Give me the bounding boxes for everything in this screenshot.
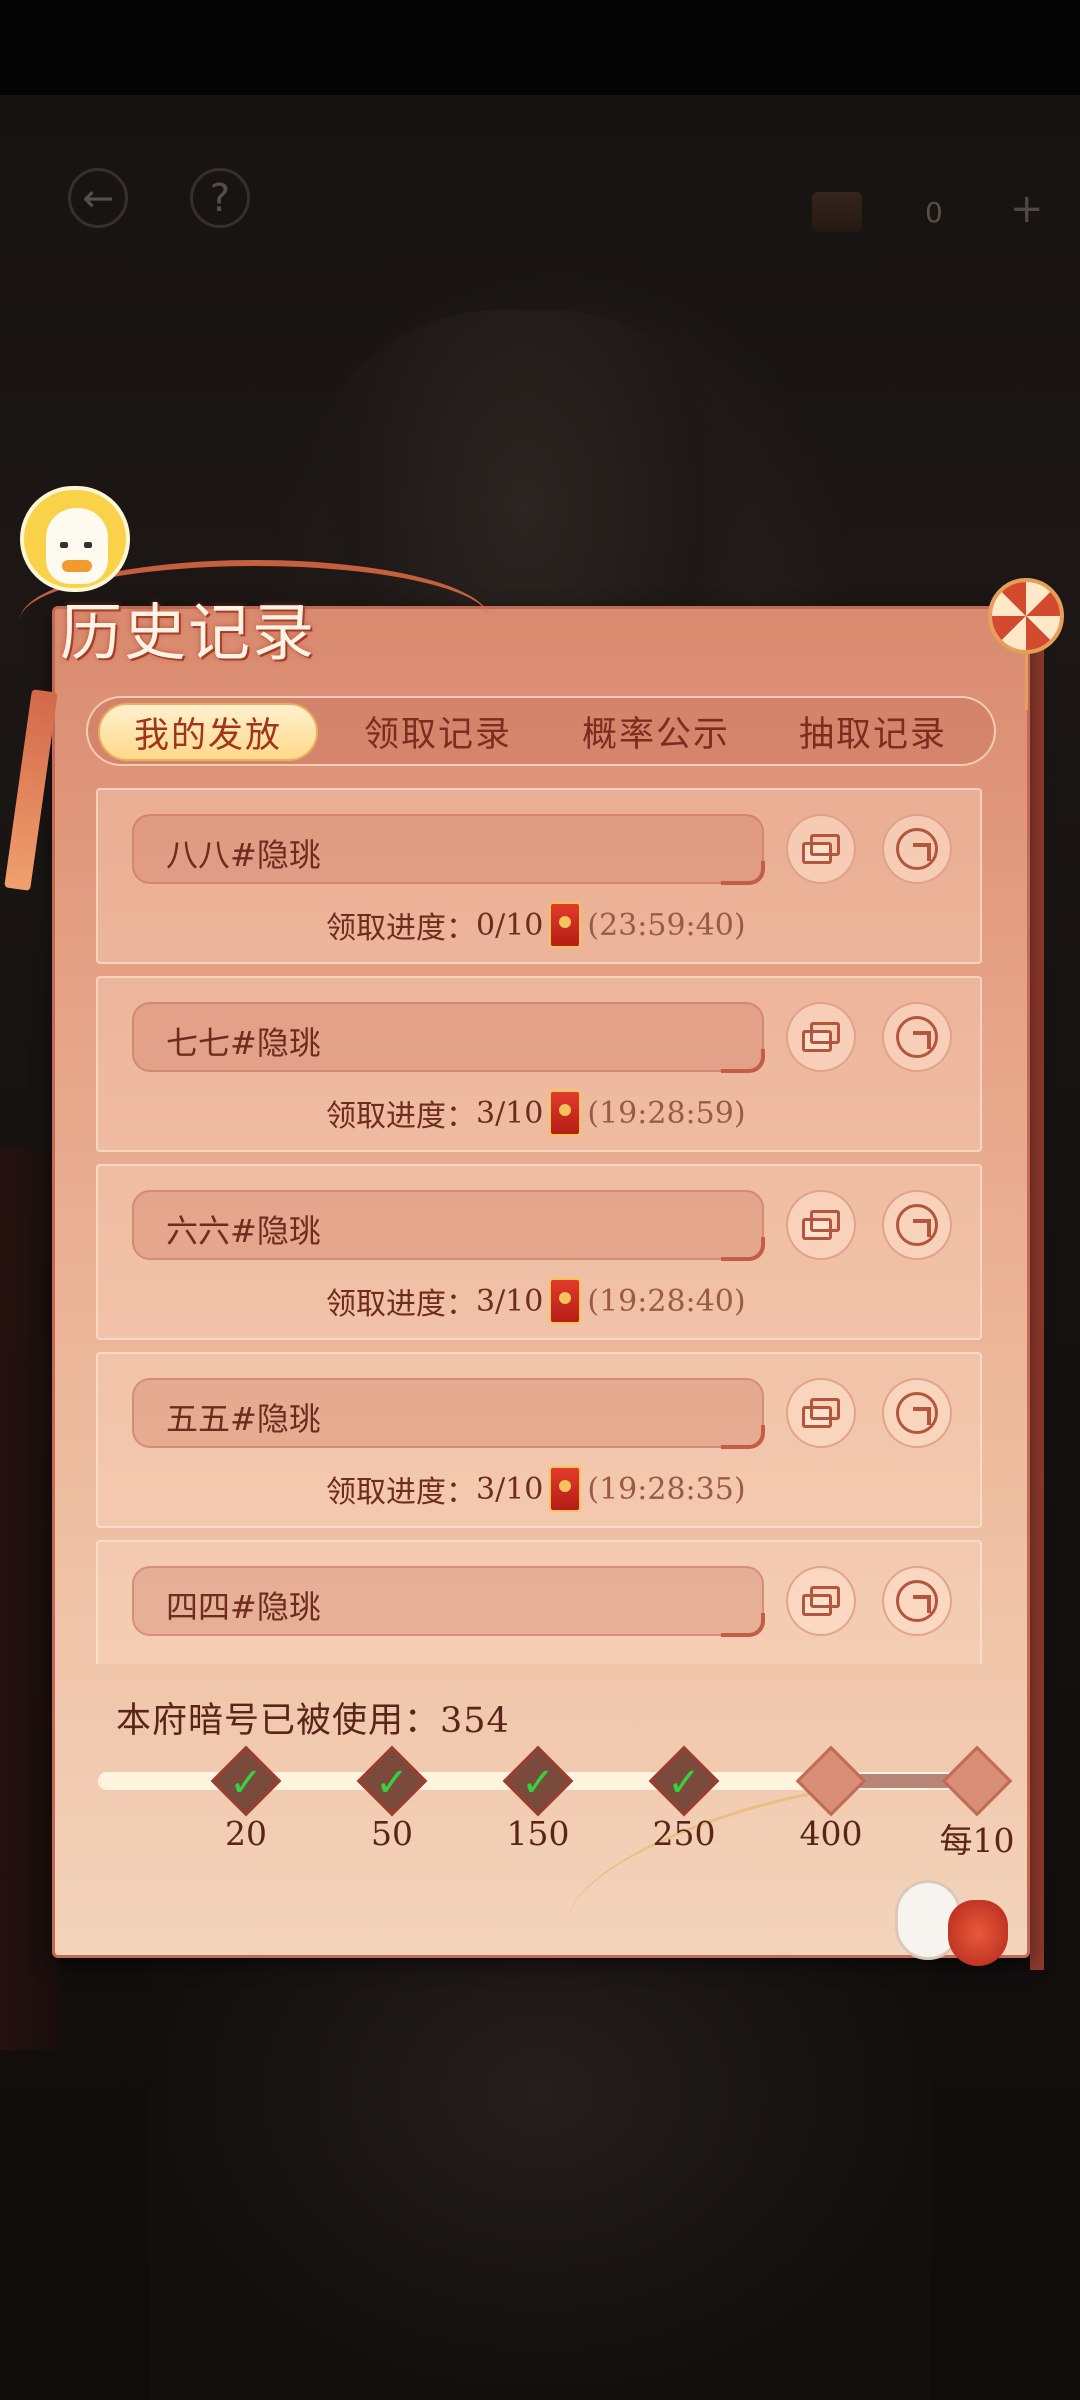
duck-eye bbox=[84, 542, 92, 548]
milestone-label: 150 bbox=[506, 1814, 570, 1853]
claim-progress: 领取进度： 0/10 (23:59:40) bbox=[326, 902, 746, 948]
progress-value: 3/10 bbox=[476, 1471, 544, 1507]
copy-button[interactable] bbox=[786, 1378, 856, 1448]
tab-draw-records[interactable]: 抽取记录 bbox=[773, 698, 973, 764]
duck-avatar[interactable] bbox=[20, 486, 130, 592]
record-card: 八八#隐珧 领取进度： 0/10 (23:59:40) bbox=[96, 788, 982, 964]
record-name-box: 八八#隐珧 bbox=[132, 814, 765, 885]
share-icon bbox=[896, 1016, 938, 1058]
record-card: 六六#隐珧 领取进度： 3/10 (19:28:40) bbox=[96, 1164, 982, 1340]
red-packet-icon bbox=[549, 1278, 582, 1324]
add-currency-button[interactable]: + bbox=[1010, 186, 1044, 232]
background-robe bbox=[150, 1960, 930, 2400]
duck-icon bbox=[46, 508, 108, 584]
share-button[interactable] bbox=[882, 1378, 952, 1448]
share-icon bbox=[896, 1580, 938, 1622]
tab-claim-records[interactable]: 领取记录 bbox=[338, 698, 538, 764]
progress-value: 3/10 bbox=[476, 1095, 544, 1131]
countdown-time: (19:28:35) bbox=[587, 1471, 746, 1507]
panel-edge bbox=[1030, 640, 1044, 1970]
progress-label: 领取进度： bbox=[326, 1287, 476, 1322]
copy-icon bbox=[802, 1022, 840, 1052]
copy-icon bbox=[802, 1398, 840, 1428]
tab-bar: 我的发放 领取记录 概率公示 抽取记录 bbox=[86, 696, 996, 766]
copy-button[interactable] bbox=[786, 1566, 856, 1636]
copy-icon bbox=[802, 834, 840, 864]
record-card: 四四#隐珧 bbox=[96, 1540, 982, 1664]
record-name-box: 四四#隐珧 bbox=[132, 1566, 765, 1637]
copy-button[interactable] bbox=[786, 1190, 856, 1260]
record-name: 五五#隐珧 bbox=[166, 1400, 321, 1438]
duck-beak bbox=[62, 560, 92, 572]
close-medallion-button[interactable] bbox=[988, 578, 1064, 654]
check-icon: ✓ bbox=[667, 1760, 701, 1806]
milestone-label: 50 bbox=[371, 1814, 413, 1853]
red-packet-icon bbox=[549, 1090, 582, 1136]
countdown-time: (19:28:59) bbox=[587, 1095, 746, 1131]
question-icon: ? bbox=[209, 176, 231, 220]
red-packet-icon bbox=[549, 1466, 582, 1512]
share-icon bbox=[896, 1392, 938, 1434]
usage-count: 354 bbox=[440, 1701, 510, 1741]
claim-progress: 领取进度： 3/10 (19:28:35) bbox=[326, 1466, 746, 1512]
progress-label: 领取进度： bbox=[326, 911, 476, 946]
progress-label: 领取进度： bbox=[326, 1475, 476, 1510]
copy-button[interactable] bbox=[786, 1002, 856, 1072]
duck-eye bbox=[60, 542, 68, 548]
record-name: 六六#隐珧 bbox=[166, 1212, 321, 1250]
milestone-label: 每10 bbox=[939, 1821, 1015, 1860]
help-button[interactable]: ? bbox=[190, 168, 250, 228]
countdown-time: (19:28:40) bbox=[587, 1283, 746, 1319]
status-bar-area bbox=[0, 0, 1080, 95]
tab-probability[interactable]: 概率公示 bbox=[556, 698, 756, 764]
milestone-label: 400 bbox=[799, 1814, 863, 1853]
copy-icon bbox=[802, 1210, 840, 1240]
progress-label: 领取进度： bbox=[326, 1099, 476, 1134]
background-pillar bbox=[0, 1150, 60, 2050]
currency-count: 0 bbox=[925, 196, 943, 229]
share-button[interactable] bbox=[882, 1566, 952, 1636]
share-icon bbox=[896, 828, 938, 870]
lucky-bag-icon[interactable] bbox=[948, 1900, 1008, 1966]
treasure-chest-icon bbox=[812, 192, 862, 232]
claim-progress: 领取进度： 3/10 (19:28:40) bbox=[326, 1278, 746, 1324]
copy-button[interactable] bbox=[786, 814, 856, 884]
usage-label: 本府暗号已被使用： bbox=[116, 1701, 441, 1741]
red-packet-icon bbox=[549, 902, 582, 948]
check-icon: ✓ bbox=[229, 1760, 263, 1806]
check-icon: ✓ bbox=[521, 1760, 555, 1806]
record-card: 七七#隐珧 领取进度： 3/10 (19:28:59) bbox=[96, 976, 982, 1152]
claim-progress: 领取进度： 3/10 (19:28:59) bbox=[326, 1090, 746, 1136]
share-button[interactable] bbox=[882, 814, 952, 884]
record-card: 五五#隐珧 领取进度： 3/10 (19:28:35) bbox=[96, 1352, 982, 1528]
medallion-string bbox=[1025, 650, 1028, 710]
check-icon: ✓ bbox=[375, 1760, 409, 1806]
countdown-time: (23:59:40) bbox=[587, 907, 746, 943]
copy-icon bbox=[802, 1586, 840, 1616]
share-icon bbox=[896, 1204, 938, 1246]
panel-title: 历史记录 bbox=[60, 596, 317, 669]
share-button[interactable] bbox=[882, 1002, 952, 1072]
record-name: 四四#隐珧 bbox=[166, 1588, 321, 1626]
record-name: 七七#隐珧 bbox=[166, 1024, 321, 1062]
milestone-label: 250 bbox=[652, 1814, 716, 1853]
milestone-label: 20 bbox=[225, 1814, 267, 1853]
record-name-box: 六六#隐珧 bbox=[132, 1190, 765, 1261]
progress-value: 3/10 bbox=[476, 1283, 544, 1319]
tab-my-distribution[interactable]: 我的发放 bbox=[98, 703, 318, 761]
record-name: 八八#隐珧 bbox=[166, 836, 321, 874]
record-name-box: 五五#隐珧 bbox=[132, 1378, 765, 1449]
back-button[interactable]: ← bbox=[68, 168, 128, 228]
share-button[interactable] bbox=[882, 1190, 952, 1260]
record-name-box: 七七#隐珧 bbox=[132, 1002, 765, 1073]
progress-value: 0/10 bbox=[476, 907, 544, 943]
back-arrow-icon: ← bbox=[82, 176, 114, 220]
usage-count-line: 本府暗号已被使用：354 bbox=[116, 1692, 510, 1743]
record-list[interactable]: 八八#隐珧 领取进度： 0/10 (23:59:40) 七七#隐珧 领取进度： … bbox=[96, 788, 982, 1664]
